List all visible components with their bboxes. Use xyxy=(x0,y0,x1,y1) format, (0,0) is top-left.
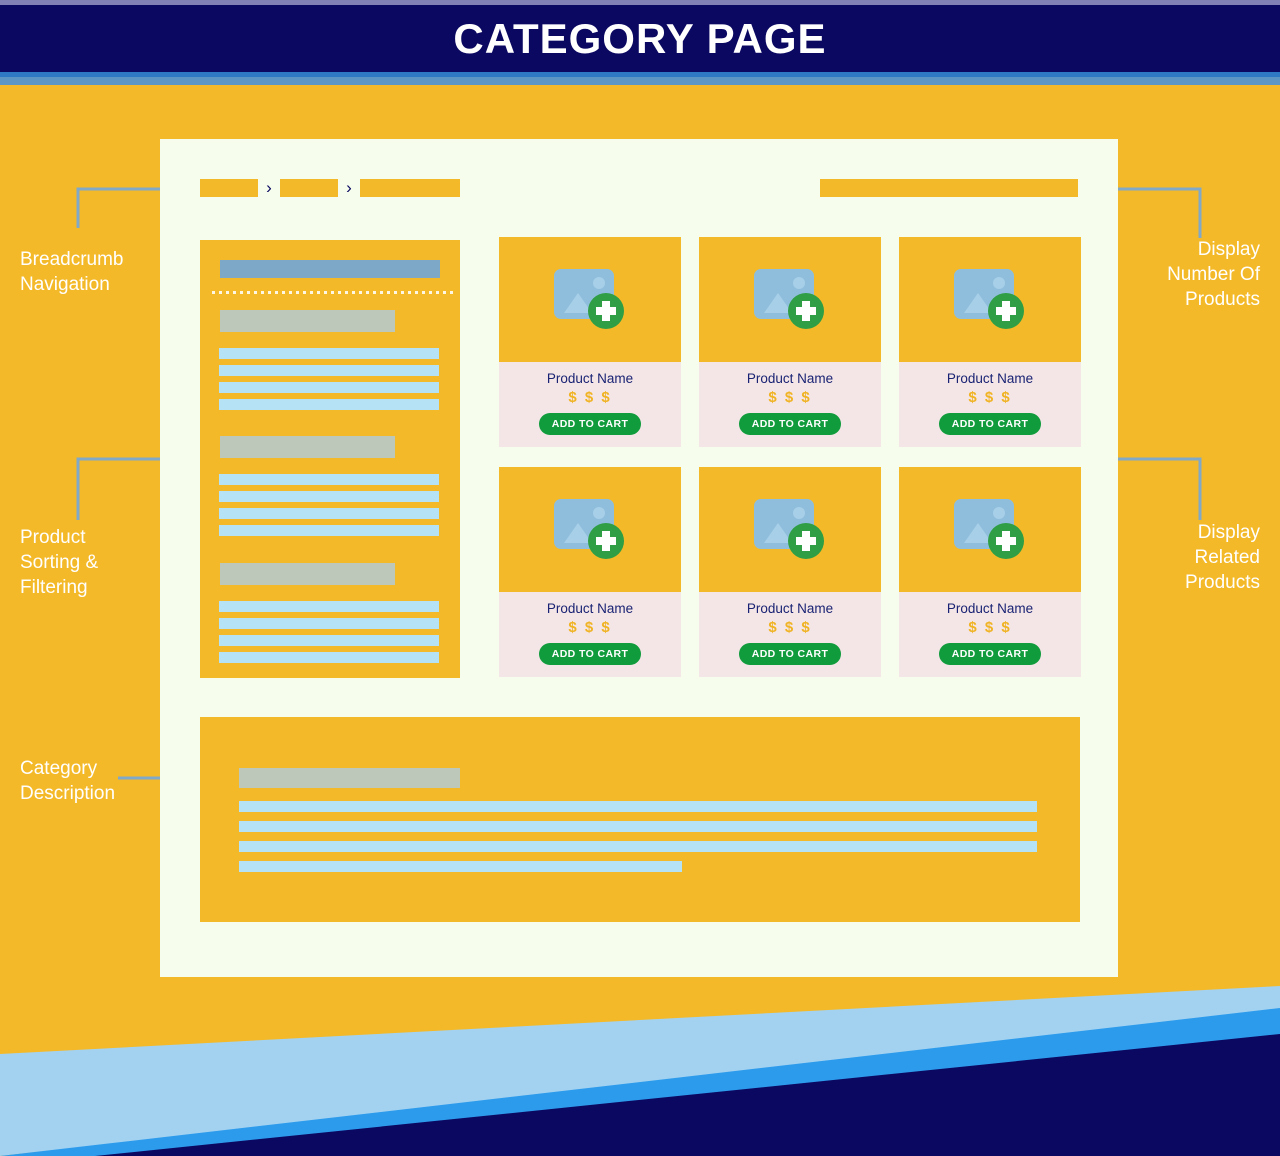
description-text-line xyxy=(239,801,1037,812)
product-info: Product Name $ $ $ ADD TO CART xyxy=(899,592,1081,677)
image-placeholder-icon xyxy=(954,268,1024,329)
content-panel: › › Product Name $ $ $ ADD TO CART Produ… xyxy=(160,139,1118,977)
product-card[interactable]: Product Name $ $ $ ADD TO CART xyxy=(899,467,1081,677)
product-info: Product Name $ $ $ ADD TO CART xyxy=(699,592,881,677)
sidebar-filter-row[interactable] xyxy=(219,635,439,646)
breadcrumb-separator-icon: › xyxy=(266,178,272,197)
product-image-area xyxy=(499,467,681,592)
product-info: Product Name $ $ $ ADD TO CART xyxy=(499,592,681,677)
product-card[interactable]: Product Name $ $ $ ADD TO CART xyxy=(499,237,681,447)
sidebar-section-label xyxy=(220,563,395,585)
product-name: Product Name xyxy=(946,371,1034,386)
product-info: Product Name $ $ $ ADD TO CART xyxy=(699,362,881,447)
product-price: $ $ $ xyxy=(968,389,1012,406)
sidebar-filter-row[interactable] xyxy=(219,525,439,536)
sidebar-filter-row[interactable] xyxy=(219,652,439,663)
description-text-line xyxy=(239,861,682,872)
image-placeholder-icon xyxy=(754,498,824,559)
sidebar-section-label xyxy=(220,310,395,332)
category-description-block xyxy=(200,717,1080,922)
product-price: $ $ $ xyxy=(968,619,1012,636)
product-image-area xyxy=(499,237,681,362)
breadcrumb-item-2[interactable] xyxy=(280,179,338,197)
product-name: Product Name xyxy=(746,601,834,616)
add-to-cart-button[interactable]: ADD TO CART xyxy=(938,643,1042,665)
page-title: CATEGORY PAGE xyxy=(453,15,827,62)
sidebar-filter-panel xyxy=(200,240,460,678)
product-image-area xyxy=(899,467,1081,592)
bottom-decoration xyxy=(0,976,1280,1156)
product-name: Product Name xyxy=(546,371,634,386)
sidebar-filter-row[interactable] xyxy=(219,474,439,485)
sidebar-filter-row[interactable] xyxy=(219,365,439,376)
sidebar-filter-row[interactable] xyxy=(219,399,439,410)
product-card[interactable]: Product Name $ $ $ ADD TO CART xyxy=(899,237,1081,447)
image-placeholder-icon xyxy=(954,498,1024,559)
product-name: Product Name xyxy=(746,371,834,386)
sidebar-filter-row[interactable] xyxy=(219,348,439,359)
product-name: Product Name xyxy=(546,601,634,616)
image-placeholder-icon xyxy=(554,268,624,329)
breadcrumb-item-1[interactable] xyxy=(200,179,258,197)
description-title-bar xyxy=(239,768,460,788)
description-text-line xyxy=(239,821,1037,832)
product-card[interactable]: Product Name $ $ $ ADD TO CART xyxy=(699,467,881,677)
sidebar-header-bar xyxy=(220,260,440,278)
sidebar-filter-row[interactable] xyxy=(219,618,439,629)
product-count-bar xyxy=(820,179,1078,197)
add-to-cart-button[interactable]: ADD TO CART xyxy=(538,643,642,665)
sidebar-filter-row[interactable] xyxy=(219,491,439,502)
product-card[interactable]: Product Name $ $ $ ADD TO CART xyxy=(699,237,881,447)
product-price: $ $ $ xyxy=(568,619,612,636)
image-placeholder-icon xyxy=(754,268,824,329)
product-info: Product Name $ $ $ ADD TO CART xyxy=(499,362,681,447)
product-info: Product Name $ $ $ ADD TO CART xyxy=(899,362,1081,447)
product-price: $ $ $ xyxy=(568,389,612,406)
sidebar-section-label xyxy=(220,436,395,458)
breadcrumb-item-3[interactable] xyxy=(360,179,460,197)
add-to-cart-button[interactable]: ADD TO CART xyxy=(738,643,842,665)
product-card[interactable]: Product Name $ $ $ ADD TO CART xyxy=(499,467,681,677)
sidebar-filter-row[interactable] xyxy=(219,382,439,393)
sidebar-filter-row[interactable] xyxy=(219,601,439,612)
product-image-area xyxy=(899,237,1081,362)
product-image-area xyxy=(699,467,881,592)
sidebar-filter-row[interactable] xyxy=(219,508,439,519)
product-image-area xyxy=(699,237,881,362)
image-placeholder-icon xyxy=(554,498,624,559)
header-steel-rule xyxy=(0,77,1280,85)
add-to-cart-button[interactable]: ADD TO CART xyxy=(538,413,642,435)
product-name: Product Name xyxy=(946,601,1034,616)
breadcrumb-separator-icon: › xyxy=(346,178,352,197)
category-page-wireframe: CATEGORY PAGE Breadcrumb Navigation Prod… xyxy=(0,0,1280,1156)
add-to-cart-button[interactable]: ADD TO CART xyxy=(938,413,1042,435)
product-price: $ $ $ xyxy=(768,619,812,636)
description-text-line xyxy=(239,841,1037,852)
product-price: $ $ $ xyxy=(768,389,812,406)
add-to-cart-button[interactable]: ADD TO CART xyxy=(738,413,842,435)
breadcrumb[interactable]: › › xyxy=(200,179,460,197)
sidebar-divider xyxy=(212,291,456,294)
